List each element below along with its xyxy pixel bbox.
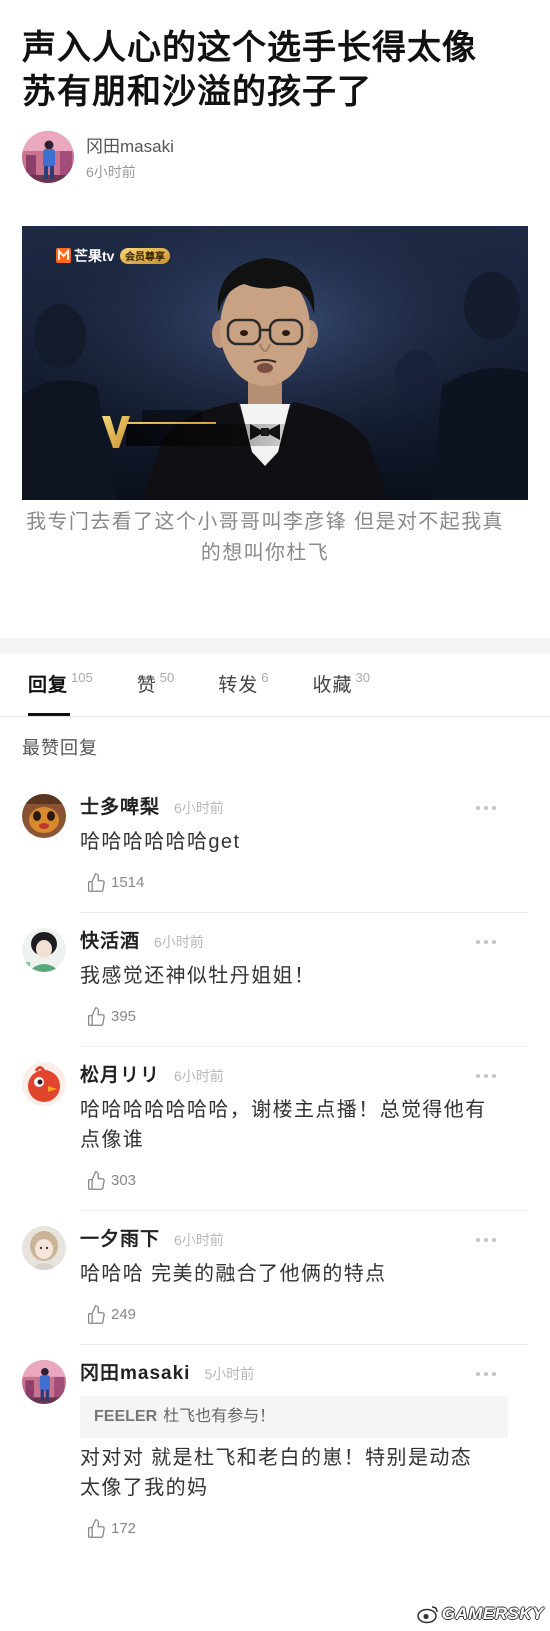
tab-label: 赞 <box>136 675 157 696</box>
thumbs-up-icon <box>87 1170 105 1190</box>
like-count: 1514 <box>111 873 145 891</box>
commenter-avatar[interactable] <box>22 1062 66 1106</box>
watermark-text: GAMERSKY <box>441 1604 544 1623</box>
comment-time: 6小时前 <box>174 1068 224 1084</box>
watermark: GAMERSKY <box>416 1601 544 1627</box>
comment-header: 快活酒 6小时前 <box>80 928 528 956</box>
comment-item: 快活酒 6小时前 我感觉还神似牡丹姐姐！ 395 <box>0 913 550 1047</box>
more-horizontal-icon[interactable] <box>475 1237 497 1243</box>
image-caption: 我专门去看了这个小哥哥叫李彦锋 但是对不起我真的想叫你杜飞 <box>26 511 504 564</box>
quoted-reply: FEELER 杜飞也有参与！ <box>80 1396 508 1438</box>
commenter-name[interactable]: 一夕雨下 <box>80 1226 160 1254</box>
like-button[interactable]: 249 <box>80 1299 200 1329</box>
comment-item: 松月リリ 6小时前 哈哈哈哈哈哈哈，谢楼主点播！总觉得他有点像谁 303 <box>0 1047 550 1211</box>
tab-reposts[interactable]: 转发 6 <box>218 666 268 716</box>
like-button[interactable]: 1514 <box>80 867 200 897</box>
thumbs-up-icon <box>87 872 105 892</box>
comment-time: 6小时前 <box>174 800 224 816</box>
tab-favorites[interactable]: 收藏 30 <box>312 666 369 716</box>
comment-item: 一夕雨下 6小时前 哈哈哈 完美的融合了他俩的特点 249 <box>0 1211 550 1345</box>
tab-count: 6 <box>261 670 269 685</box>
commenter-name[interactable]: 士多啤梨 <box>80 794 160 822</box>
broadcast-logo: 芒果tv 会员尊享 <box>56 248 170 264</box>
tab-count: 50 <box>159 670 175 685</box>
comment-text: 哈哈哈哈哈哈哈，谢楼主点播！总觉得他有点像谁 <box>80 1099 487 1151</box>
weibo-logo-icon <box>417 1606 438 1624</box>
avatar-image <box>22 794 66 838</box>
like-count: 249 <box>111 1305 137 1323</box>
logo-badge-text: 会员尊享 <box>125 250 165 263</box>
commenter-avatar[interactable] <box>22 1360 66 1404</box>
post-title: 声入人心的这个选手长得太像苏有朋和沙溢的孩子了 <box>22 29 477 111</box>
thumbs-up-icon <box>87 1518 105 1538</box>
like-count: 303 <box>111 1171 137 1189</box>
commenter-name[interactable]: 冈田masaki <box>80 1360 190 1388</box>
like-button[interactable]: 172 <box>80 1513 200 1543</box>
more-horizontal-icon[interactable] <box>475 1371 497 1377</box>
video-still: 芒果tv 会员尊享 <box>22 226 528 500</box>
more-horizontal-icon[interactable] <box>475 939 497 945</box>
quoted-user: FEELER <box>94 1408 158 1425</box>
top-replies-heading: 最赞回复 <box>22 738 98 758</box>
comment-header: 士多啤梨 6小时前 <box>80 794 528 822</box>
author-avatar-image <box>22 131 74 183</box>
commenter-avatar[interactable] <box>22 928 66 972</box>
comment-text: 哈哈哈哈哈哈get <box>80 831 241 853</box>
interaction-tabs: 回复 105 赞 50 转发 6 收藏 30 <box>0 666 550 717</box>
comment-list: 士多啤梨 6小时前 哈哈哈哈哈哈get 1514 快活酒 6小时前 我感觉还神似… <box>0 779 550 1559</box>
commenter-name[interactable]: 松月リリ <box>80 1062 160 1090</box>
avatar-image <box>22 928 66 972</box>
comment-time: 6小时前 <box>174 1232 224 1248</box>
tab-count: 105 <box>71 670 93 685</box>
tab-likes[interactable]: 赞 50 <box>137 666 174 716</box>
comment-item: 冈田masaki 5小时前 FEELER 杜飞也有参与！ 对对对 就是杜飞和老白的… <box>0 1345 550 1559</box>
comment-header: 松月リリ 6小时前 <box>80 1062 528 1090</box>
author-avatar[interactable] <box>22 131 74 183</box>
logo-brand-text: 芒果tv <box>74 248 115 264</box>
comment-header: 冈田masaki 5小时前 <box>80 1360 528 1388</box>
tab-replies[interactable]: 回复 105 <box>28 666 93 716</box>
quoted-text: 杜飞也有参与！ <box>163 1408 276 1425</box>
comment-header: 一夕雨下 6小时前 <box>80 1226 528 1254</box>
tab-label: 转发 <box>218 675 259 696</box>
comment-text: 我感觉还神似牡丹姐姐！ <box>80 965 316 987</box>
commenter-avatar[interactable] <box>22 1226 66 1270</box>
like-count: 172 <box>111 1519 137 1537</box>
thumbs-up-icon <box>87 1006 105 1026</box>
comment-time: 5小时前 <box>204 1366 255 1382</box>
more-horizontal-icon[interactable] <box>475 1073 497 1079</box>
like-button[interactable]: 395 <box>80 1001 200 1031</box>
comment-text: 对对对 就是杜飞和老白的崽！特别是动态 太像了我的妈 <box>80 1447 473 1499</box>
comment-time: 6小时前 <box>154 934 204 950</box>
post-image[interactable]: 芒果tv 会员尊享 <box>22 226 528 500</box>
like-count: 395 <box>111 1007 137 1025</box>
commenter-name[interactable]: 快活酒 <box>80 928 140 956</box>
avatar-image <box>22 1226 66 1270</box>
tab-label: 收藏 <box>312 675 353 696</box>
comment-text: 哈哈哈 完美的融合了他俩的特点 <box>80 1263 387 1285</box>
more-horizontal-icon[interactable] <box>475 805 497 811</box>
post-time: 6小时前 <box>86 164 136 180</box>
commenter-avatar[interactable] <box>22 794 66 838</box>
comment-item: 士多啤梨 6小时前 哈哈哈哈哈哈get 1514 <box>0 779 550 913</box>
tab-label: 回复 <box>28 675 69 696</box>
avatar-image <box>22 1062 66 1106</box>
like-button[interactable]: 303 <box>80 1165 200 1195</box>
tab-count: 30 <box>355 670 370 685</box>
post-author: 冈田masaki 6小时前 <box>22 131 422 183</box>
section-separator <box>0 638 550 654</box>
avatar-image <box>22 1360 66 1404</box>
author-name[interactable]: 冈田masaki <box>86 136 174 158</box>
thumbs-up-icon <box>87 1304 105 1324</box>
